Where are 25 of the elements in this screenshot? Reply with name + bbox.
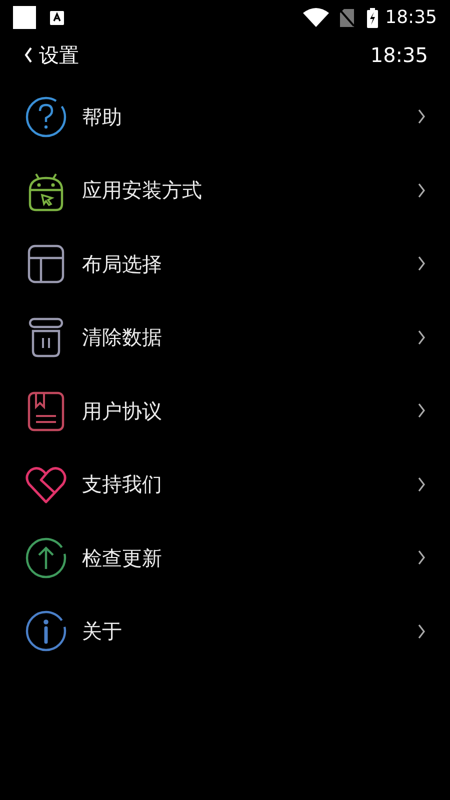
back-icon [24, 47, 33, 63]
chevron-icon [418, 550, 426, 566]
battery-charging-icon [367, 8, 378, 28]
settings-item[interactable]: 支持我们 [0, 448, 450, 521]
chevron-icon [418, 624, 426, 639]
settings-item[interactable]: 关于 [0, 594, 450, 668]
chevron-icon [418, 256, 426, 272]
settings-item[interactable]: 检查更新 [0, 521, 450, 594]
settings-item[interactable]: 应用安装方式 [0, 154, 450, 227]
chevron-icon [418, 330, 426, 345]
keyboard-icon [50, 10, 64, 24]
settings-item[interactable]: 帮助 [0, 80, 450, 154]
back-button[interactable]: 设置 [24, 40, 79, 70]
chevron-icon [418, 403, 426, 418]
status-time: 18:35 [385, 6, 437, 30]
no-sim-icon [340, 8, 354, 26]
settings-item[interactable]: 用户协议 [0, 374, 450, 448]
chevron-icon [418, 109, 426, 124]
settings-item[interactable]: 布局选择 [0, 227, 450, 300]
header-time: 18:35 [370, 42, 428, 69]
wifi-icon [303, 8, 330, 27]
notification-square-icon [13, 6, 36, 29]
chevron-icon [418, 182, 426, 198]
settings-item[interactable]: 清除数据 [0, 300, 450, 374]
chevron-icon [418, 476, 426, 492]
